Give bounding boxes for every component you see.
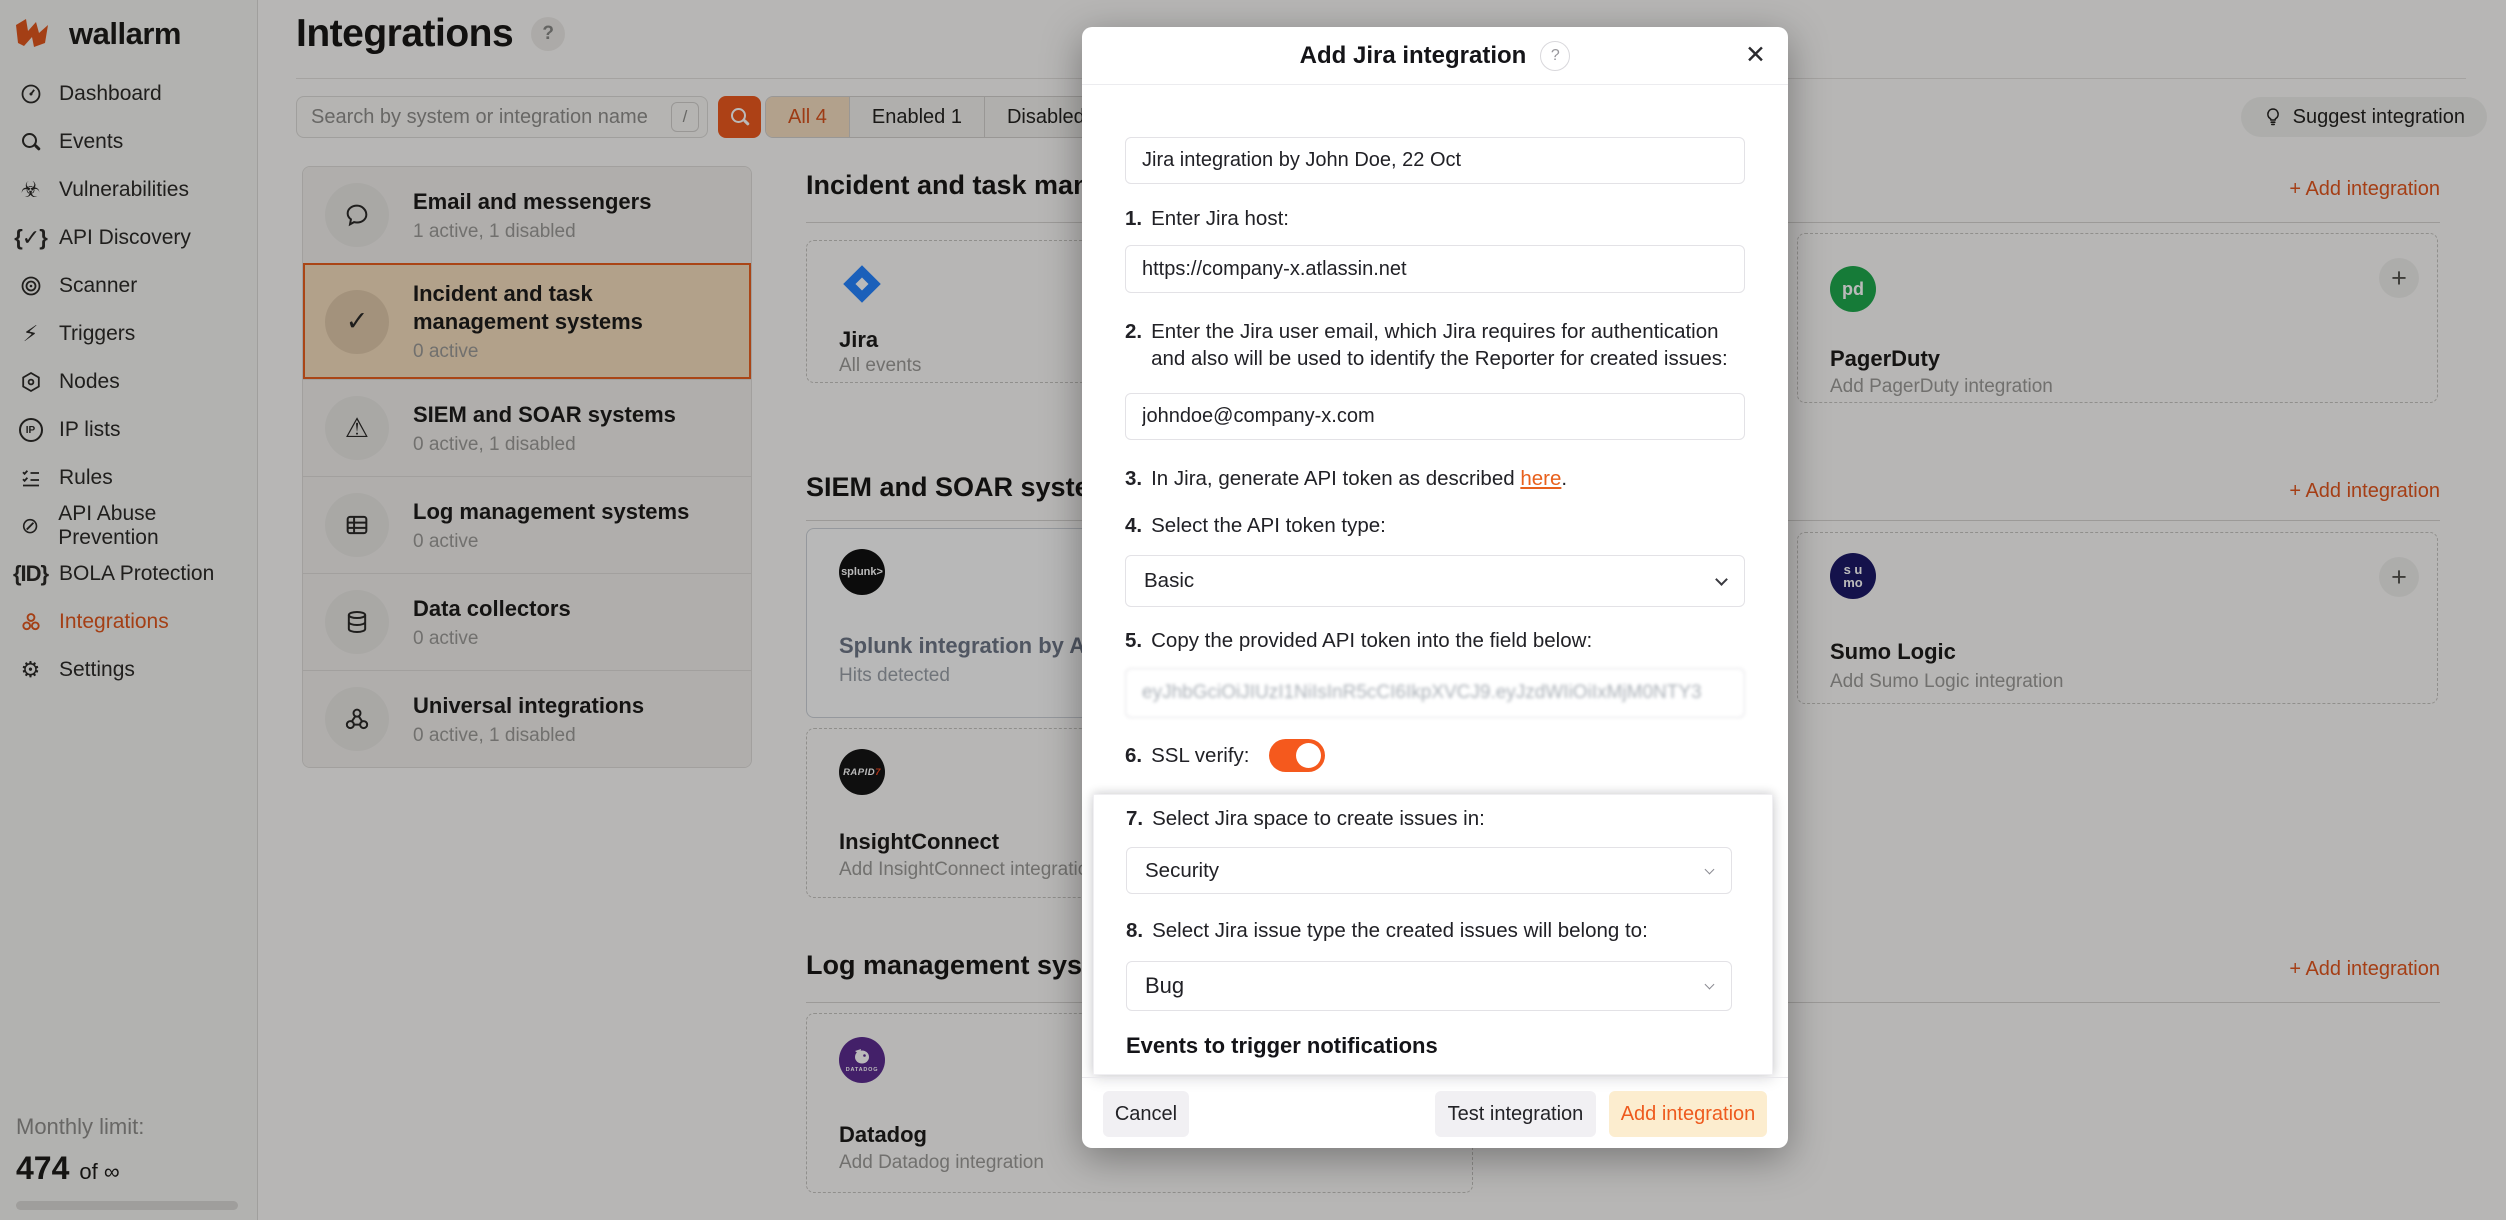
jira-host-input[interactable] [1125,245,1745,293]
modal-header: Add Jira integration ? [1082,27,1788,85]
modal-scroll-panel: 7. Select Jira space to create issues in… [1093,794,1773,1075]
jira-issue-type-select[interactable]: Bug [1126,961,1732,1011]
modal-footer: Cancel Test integration Add integration [1082,1077,1788,1148]
api-token-input[interactable] [1125,668,1745,718]
step3-label: 3. In Jira, generate API token as descri… [1125,465,1755,492]
step4-label: 4. Select the API token type: [1125,512,1755,539]
cancel-button[interactable]: Cancel [1103,1091,1189,1137]
add-jira-integration-modal: Add Jira integration ? ✕ 1. Enter Jira h… [1082,27,1788,1148]
close-icon[interactable]: ✕ [1745,43,1766,68]
jira-space-select[interactable]: Security [1126,847,1732,894]
toggle-knob [1296,743,1321,768]
jira-email-input[interactable] [1125,393,1745,440]
chevron-down-icon [1705,980,1715,990]
step1-label: 1. Enter Jira host: [1125,205,1755,232]
step8-label: 8. Select Jira issue type the created is… [1126,917,1736,944]
integration-name-input[interactable] [1125,137,1745,184]
chevron-down-icon [1705,864,1715,874]
test-integration-button[interactable]: Test integration [1435,1091,1596,1137]
step5-label: 5. Copy the provided API token into the … [1125,627,1755,654]
chevron-down-icon [1715,573,1728,586]
api-token-type-select[interactable]: Basic [1125,555,1745,607]
modal-title: Add Jira integration [1300,42,1527,70]
step7-label: 7. Select Jira space to create issues in… [1126,805,1736,832]
here-link[interactable]: here [1520,467,1561,490]
add-integration-button[interactable]: Add integration [1609,1091,1767,1137]
events-heading: Events to trigger notifications [1126,1033,1438,1059]
ssl-verify-toggle[interactable] [1269,739,1325,772]
ssl-verify-row: 6. SSL verify: [1125,739,1325,772]
modal-help-icon[interactable]: ? [1540,41,1570,71]
step2-label: 2. Enter the Jira user email, which Jira… [1125,318,1755,372]
